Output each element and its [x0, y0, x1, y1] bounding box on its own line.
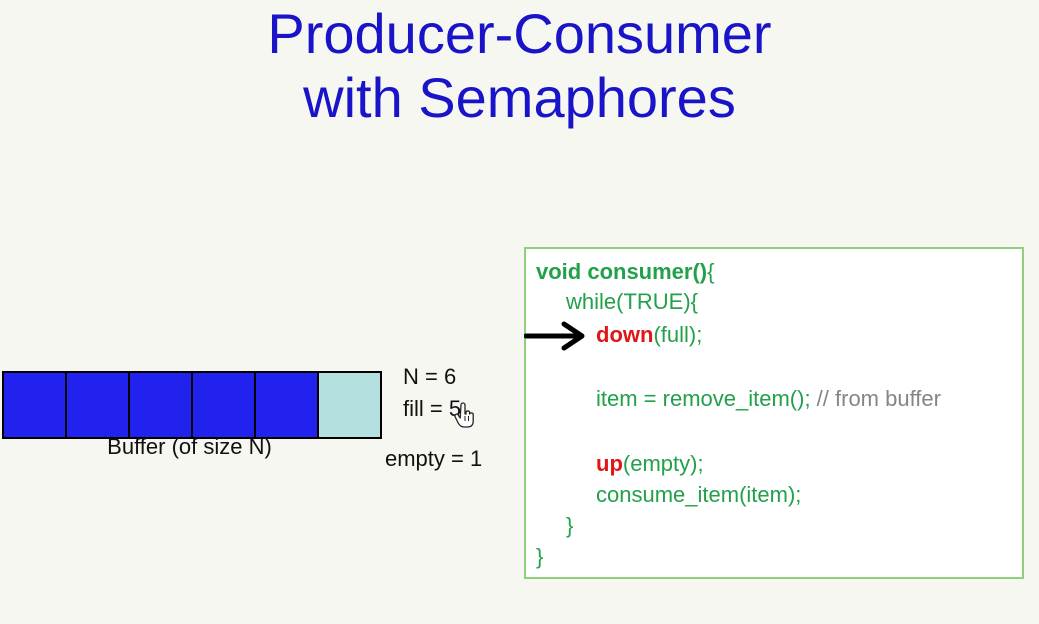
code-line-while: while(TRUE){ [566, 289, 699, 314]
buffer-slot-filled [4, 373, 67, 437]
func-open-brace: { [707, 259, 715, 284]
code-line-close-func: } [536, 544, 544, 569]
title-line-2: with Semaphores [303, 66, 736, 129]
consumer-code-box: void consumer(){ while(TRUE){ down(full)… [524, 247, 1024, 579]
up-keyword: up [596, 451, 623, 476]
empty-value: empty = 1 [385, 446, 483, 471]
slide-title: Producer-Consumer with Semaphores [0, 2, 1039, 130]
buffer-slot-empty [319, 373, 382, 437]
remove-item-statement: item = remove_item(); [596, 386, 811, 411]
buffer-slot-filled [67, 373, 130, 437]
code-line-consume: consume_item(item); [596, 482, 802, 507]
fill-value: fill = 5 [403, 396, 462, 421]
hand-cursor-icon [454, 402, 474, 428]
down-argument: (full); [653, 322, 703, 347]
buffer-diagram [2, 371, 382, 439]
buffer-slot-filled [256, 373, 319, 437]
code-line-up: up(empty); [596, 451, 704, 477]
code-line-down: down(full); [596, 322, 702, 348]
n-value: N = 6 [403, 364, 457, 389]
buffer-slot-filled [130, 373, 193, 437]
buffer-comment: // from buffer [810, 386, 941, 411]
title-line-1: Producer-Consumer [267, 2, 772, 65]
up-argument: (empty); [622, 451, 704, 476]
code-line-remove-item: item = remove_item(); // from buffer [596, 386, 941, 412]
down-keyword: down [596, 322, 654, 347]
arrow-right-icon [524, 321, 585, 351]
buffer-caption: Buffer (of size N) [107, 434, 272, 459]
func-signature: void consumer() [536, 259, 708, 284]
code-line-func: void consumer(){ [536, 259, 715, 285]
code-line-close-while: } [566, 513, 574, 538]
buffer-slot-filled [193, 373, 256, 437]
